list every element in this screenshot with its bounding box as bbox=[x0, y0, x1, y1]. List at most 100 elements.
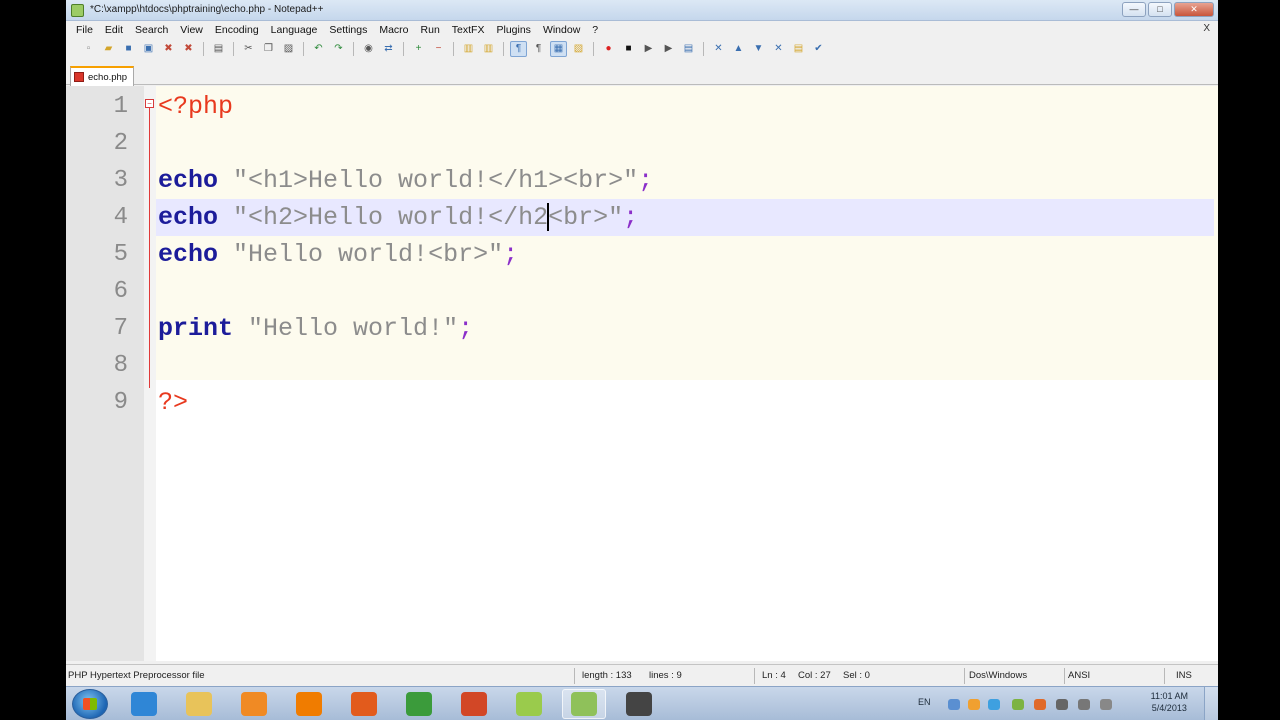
app-tray-icon[interactable] bbox=[1034, 699, 1046, 710]
menu-search[interactable]: Search bbox=[129, 23, 174, 37]
cut-icon[interactable]: ✂ bbox=[240, 41, 257, 57]
vlc-taskbar-button[interactable] bbox=[287, 689, 331, 719]
close-button[interactable]: ✕ bbox=[1174, 2, 1214, 17]
zoom-in-icon[interactable]: + bbox=[410, 41, 427, 57]
show-desktop-button[interactable] bbox=[1204, 687, 1218, 720]
menu-view[interactable]: View bbox=[174, 23, 209, 37]
notepad-plus-plus-taskbar-button[interactable] bbox=[562, 689, 606, 719]
file-explorer-taskbar-button[interactable] bbox=[177, 689, 221, 719]
sync-horizontal-icon[interactable]: ▥ bbox=[480, 41, 497, 57]
file-explorer-icon bbox=[186, 692, 212, 716]
new-file-icon[interactable]: ▫ bbox=[80, 41, 97, 57]
textfx-4-icon[interactable]: ✕ bbox=[770, 41, 787, 57]
open-file-icon[interactable]: ▰ bbox=[100, 41, 117, 57]
system-clock[interactable]: 11:01 AM 5/4/2013 bbox=[1151, 690, 1188, 714]
print-icon[interactable]: ▤ bbox=[210, 41, 227, 57]
menu-encoding[interactable]: Encoding bbox=[209, 23, 265, 37]
menu-textfx[interactable]: TextFX bbox=[446, 23, 491, 37]
fold-margin[interactable] bbox=[144, 86, 156, 661]
sync-vertical-icon[interactable]: ▥ bbox=[460, 41, 477, 57]
clock-date: 5/4/2013 bbox=[1151, 703, 1187, 713]
firefox-taskbar-button[interactable] bbox=[342, 689, 386, 719]
code-line[interactable]: echo "Hello world!<br>"; bbox=[156, 236, 1218, 273]
media-player-taskbar-button[interactable] bbox=[232, 689, 276, 719]
close-all-icon[interactable]: ✖ bbox=[180, 41, 197, 57]
menu-help[interactable]: ? bbox=[586, 23, 604, 37]
unsaved-file-icon bbox=[74, 72, 84, 82]
security-tray-icon[interactable] bbox=[1012, 699, 1024, 710]
textfx-6-icon[interactable]: ✔ bbox=[810, 41, 827, 57]
code-line[interactable]: ?> bbox=[156, 384, 1218, 421]
toolbar-separator bbox=[233, 42, 234, 56]
user-lang-icon[interactable]: ▧ bbox=[570, 41, 587, 57]
textfx-3-icon[interactable]: ▼ bbox=[750, 41, 767, 57]
line-number-gutter[interactable]: 1 2 3 4 5 6 7 8 9 bbox=[66, 86, 144, 661]
textfx-5-icon[interactable]: ▤ bbox=[790, 41, 807, 57]
start-button[interactable] bbox=[72, 689, 108, 719]
sticky-notes-taskbar-button[interactable] bbox=[507, 689, 551, 719]
indent-guide-icon[interactable]: ▦ bbox=[550, 41, 567, 57]
record-macro-icon[interactable]: ● bbox=[600, 41, 617, 57]
textfx-1-icon[interactable]: ✕ bbox=[710, 41, 727, 57]
internet-explorer-taskbar-button[interactable] bbox=[122, 689, 166, 719]
flag-tray-icon[interactable] bbox=[1056, 699, 1068, 710]
code-line[interactable]: echo "<h2>Hello world!</h2<br>"; bbox=[156, 199, 1218, 236]
minimize-button[interactable]: — bbox=[1122, 2, 1146, 17]
powerpoint-icon bbox=[461, 692, 487, 716]
code-line[interactable] bbox=[156, 347, 1218, 384]
title-bar[interactable]: *C:\xampp\htdocs\phptraining\echo.php - … bbox=[66, 0, 1218, 21]
language-indicator[interactable]: EN bbox=[918, 697, 931, 707]
menu-settings[interactable]: Settings bbox=[323, 23, 373, 37]
chrome-taskbar-button[interactable] bbox=[397, 689, 441, 719]
save-all-icon[interactable]: ▣ bbox=[140, 41, 157, 57]
menu-window[interactable]: Window bbox=[537, 23, 586, 37]
save-macro-icon[interactable]: ▤ bbox=[680, 41, 697, 57]
volume-icon[interactable] bbox=[1100, 699, 1112, 710]
paste-icon[interactable]: ▨ bbox=[280, 41, 297, 57]
save-icon[interactable]: ■ bbox=[120, 41, 137, 57]
undo-icon[interactable]: ↶ bbox=[310, 41, 327, 57]
line-number: 9 bbox=[113, 389, 128, 416]
code-line[interactable] bbox=[156, 273, 1218, 310]
code-line[interactable] bbox=[156, 125, 1218, 162]
xampp-taskbar-button[interactable] bbox=[617, 689, 661, 719]
menu-run[interactable]: Run bbox=[415, 23, 446, 37]
close-file-icon[interactable]: ✖ bbox=[160, 41, 177, 57]
code-line[interactable]: print "Hello world!"; bbox=[156, 310, 1218, 347]
chrome-icon bbox=[406, 692, 432, 716]
tab-echo-php[interactable]: echo.php bbox=[70, 66, 134, 86]
update-tray-icon[interactable] bbox=[988, 699, 1000, 710]
find-icon[interactable]: ◉ bbox=[360, 41, 377, 57]
play-macro-icon[interactable]: ▶ bbox=[640, 41, 657, 57]
redo-icon[interactable]: ↷ bbox=[330, 41, 347, 57]
network-tray-icon[interactable] bbox=[948, 699, 960, 710]
menu-file[interactable]: File bbox=[70, 23, 99, 37]
menu-language[interactable]: Language bbox=[265, 23, 324, 37]
fold-toggle-icon[interactable]: − bbox=[145, 99, 154, 108]
maximize-button[interactable]: □ bbox=[1148, 2, 1172, 17]
code-editor[interactable]: 1 2 3 4 5 6 7 8 9 − <?php echo "<h1>Hello world!<… bbox=[66, 86, 1218, 661]
firefox-icon bbox=[351, 692, 377, 716]
network-status-icon[interactable] bbox=[1078, 699, 1090, 710]
powerpoint-taskbar-button[interactable] bbox=[452, 689, 496, 719]
close-document-button[interactable]: X bbox=[1203, 23, 1210, 34]
notepadpp-app-icon[interactable] bbox=[71, 4, 84, 17]
show-all-chars-icon[interactable]: ¶ bbox=[530, 41, 547, 57]
code-line[interactable]: echo "<h1>Hello world!</h1><br>"; bbox=[156, 162, 1218, 199]
toolbar-separator bbox=[303, 42, 304, 56]
replace-icon[interactable]: ⇄ bbox=[380, 41, 397, 57]
word-wrap-icon[interactable]: ¶ bbox=[510, 41, 527, 57]
menu-macro[interactable]: Macro bbox=[373, 23, 414, 37]
stop-macro-icon[interactable]: ■ bbox=[620, 41, 637, 57]
menu-plugins[interactable]: Plugins bbox=[490, 23, 536, 37]
textfx-2-icon[interactable]: ▲ bbox=[730, 41, 747, 57]
zoom-out-icon[interactable]: − bbox=[430, 41, 447, 57]
play-multiple-icon[interactable]: ▶ bbox=[660, 41, 677, 57]
copy-icon[interactable]: ❐ bbox=[260, 41, 277, 57]
xampp-tray-icon[interactable] bbox=[968, 699, 980, 710]
code-line[interactable]: <?php bbox=[156, 88, 1218, 125]
code-area[interactable]: <?php echo "<h1>Hello world!</h1><br>"; ec… bbox=[156, 86, 1218, 661]
menu-edit[interactable]: Edit bbox=[99, 23, 129, 37]
